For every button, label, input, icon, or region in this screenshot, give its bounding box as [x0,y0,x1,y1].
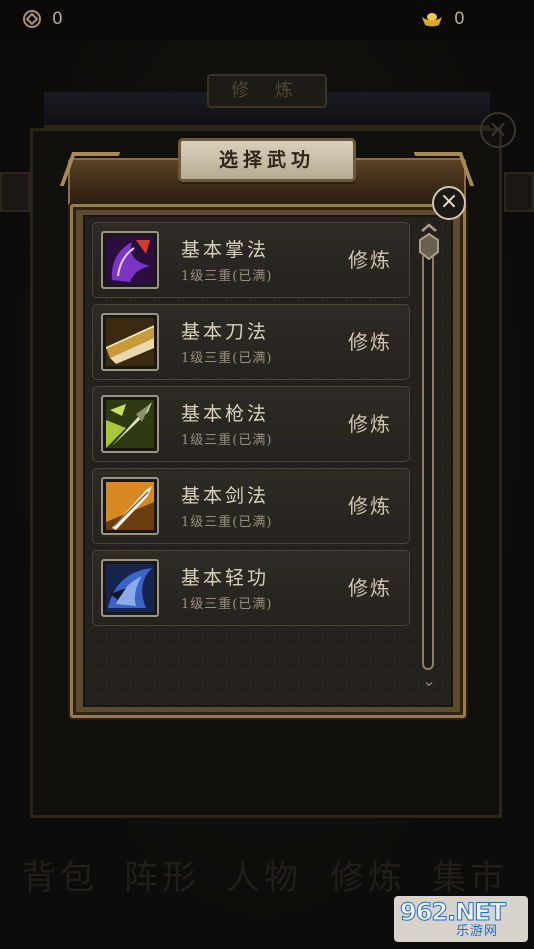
background-tab-character: 人物 [226,858,302,898]
scrollbar-thumb[interactable] [418,222,440,262]
coin-value: 0 [52,9,63,29]
skill-level: 1级三重(已满) [181,515,273,530]
skill-name: 基本刀法 [181,321,270,343]
scroll-down-icon[interactable]: ⌄ [419,673,439,690]
skill-name: 基本枪法 [181,403,270,425]
dialog-title: 选择武功 [178,138,356,182]
background-title: 修 炼 [207,74,327,108]
background-tab-market: 集市 [432,858,508,898]
skill-name: 基本剑法 [181,485,270,507]
coin-counter: 0 [22,9,63,29]
background-tab-training: 修炼 [330,858,406,898]
scrollbar-track[interactable] [422,252,434,670]
train-button[interactable]: 修炼 [339,407,401,441]
skill-row-spear[interactable]: 基本枪法 1级三重(已满) 修炼 [92,386,410,462]
close-button[interactable]: × [432,186,466,220]
skill-name: 基本轻功 [181,567,270,589]
skill-row-sword[interactable]: 基本剑法 1级三重(已满) 修炼 [92,468,410,544]
close-icon: × [439,189,459,214]
train-button[interactable]: 修炼 [339,243,401,277]
scrollbar[interactable]: ⌄ [418,222,440,692]
train-button[interactable]: 修炼 [339,571,401,605]
skill-name: 基本掌法 [181,239,270,261]
skill-level: 1级三重(已满) [181,269,273,284]
train-button[interactable]: 修炼 [339,325,401,359]
skill-row-lightness[interactable]: 基本轻功 1级三重(已满) 修炼 [92,550,410,626]
palm-technique-icon [101,231,159,289]
background-tab-formation: 阵形 [124,858,200,898]
skill-level: 1级三重(已满) [181,597,273,612]
spear-technique-icon [101,395,159,453]
skill-row-palm[interactable]: 基本掌法 1级三重(已满) 修炼 [92,222,410,298]
select-skill-dialog: 选择武功 × 基本掌法 1级三重(已满) 修炼 基本刀法 1级三重(已满) 修炼… [62,138,472,720]
background-close-icon: × [480,112,516,148]
ingot-value: 0 [454,9,465,29]
watermark-site-name: 乐游网 [456,924,499,939]
sword-technique-icon [101,477,159,535]
site-watermark: 962.NET 乐游网 [394,896,528,942]
currency-bar: 0 0 [0,0,534,40]
lightness-skill-icon [101,559,159,617]
skill-level: 1级三重(已满) [181,433,273,448]
background-tab-bag: 背包 [22,858,98,898]
train-button[interactable]: 修炼 [339,489,401,523]
background-pillar-left [0,172,30,212]
coin-icon [23,10,41,28]
gold-ingot-icon [422,13,442,27]
blade-technique-icon [101,313,159,371]
skill-level: 1级三重(已满) [181,351,273,366]
skill-row-blade[interactable]: 基本刀法 1级三重(已满) 修炼 [92,304,410,380]
background-pillar-right [504,172,534,212]
ingot-counter: 0 [420,9,465,29]
